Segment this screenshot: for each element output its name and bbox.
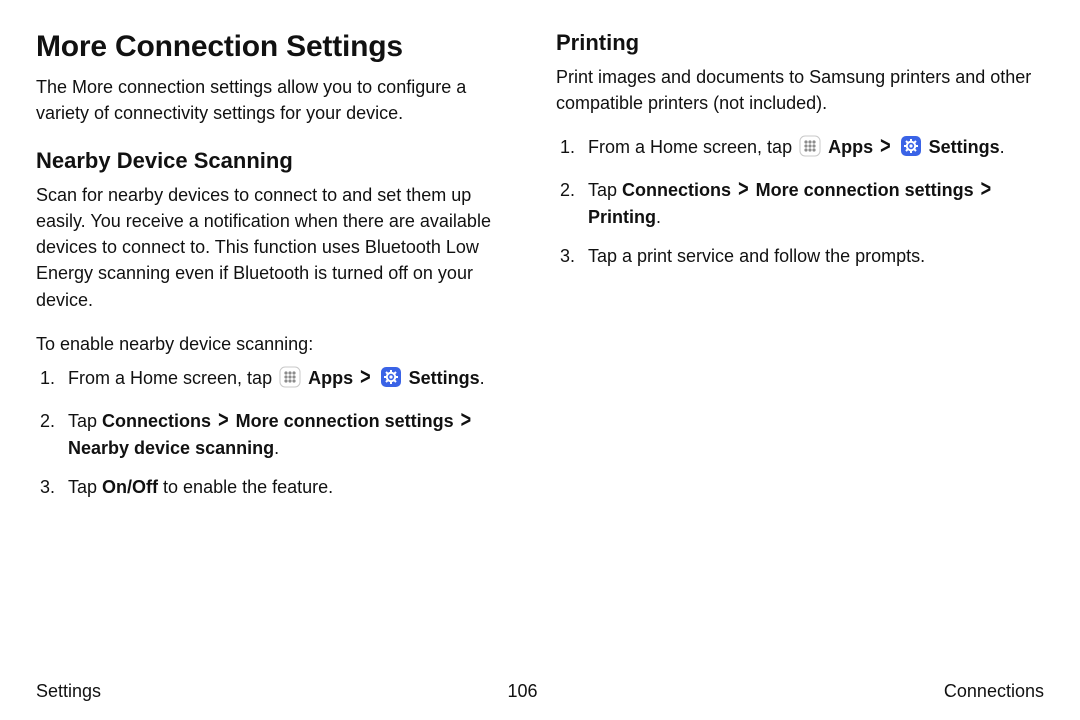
list-item: Tap Connections > More connection settin…	[556, 177, 1044, 231]
period: .	[656, 207, 661, 227]
step-text: From a Home screen, tap	[588, 137, 797, 157]
path-part: Connections	[102, 411, 211, 431]
section-heading-nearby: Nearby Device Scanning	[36, 148, 524, 174]
page-footer: Settings 106 Connections	[36, 681, 1044, 702]
step-text: to enable the feature.	[158, 477, 333, 497]
list-item: From a Home screen, tap Apps >	[556, 134, 1044, 165]
footer-left: Settings	[36, 681, 101, 702]
path-part: Printing	[588, 207, 656, 227]
period: .	[274, 438, 279, 458]
apps-icon	[279, 366, 301, 396]
path-part: More connection settings	[756, 180, 974, 200]
chevron-right-icon: >	[461, 402, 472, 438]
printing-steps-list: From a Home screen, tap Apps >	[556, 134, 1044, 270]
period: .	[480, 368, 485, 388]
step-text: Tap	[68, 411, 102, 431]
right-column: Printing Print images and documents to S…	[556, 30, 1044, 513]
settings-label: Settings	[409, 368, 480, 388]
list-item: Tap On/Off to enable the feature.	[36, 474, 524, 501]
page-content: More Connection Settings The More connec…	[0, 0, 1080, 573]
nearby-section: Nearby Device Scanning Scan for nearby d…	[36, 148, 524, 501]
apps-label: Apps	[308, 368, 353, 388]
nearby-description: Scan for nearby devices to connect to an…	[36, 182, 524, 312]
chevron-right-icon: >	[880, 128, 891, 164]
step-text: Tap	[68, 477, 102, 497]
settings-icon	[900, 135, 922, 165]
list-item: Tap Connections > More connection settin…	[36, 408, 524, 462]
step-text: Tap	[588, 180, 622, 200]
chevron-right-icon: >	[218, 402, 229, 438]
onoff-label: On/Off	[102, 477, 158, 497]
footer-page-number: 106	[507, 681, 537, 702]
list-item: Tap a print service and follow the promp…	[556, 243, 1044, 270]
left-column: More Connection Settings The More connec…	[36, 30, 524, 513]
settings-icon	[380, 366, 402, 396]
footer-right: Connections	[944, 681, 1044, 702]
path-part: More connection settings	[236, 411, 454, 431]
page-title: More Connection Settings	[36, 30, 524, 64]
step-text: Tap a print service and follow the promp…	[588, 246, 925, 266]
step-text: From a Home screen, tap	[68, 368, 277, 388]
chevron-right-icon: >	[981, 171, 992, 207]
chevron-right-icon: >	[738, 171, 749, 207]
period: .	[1000, 137, 1005, 157]
apps-icon	[799, 135, 821, 165]
path-part: Nearby device scanning	[68, 438, 274, 458]
apps-label: Apps	[828, 137, 873, 157]
settings-label: Settings	[929, 137, 1000, 157]
nearby-lead: To enable nearby device scanning:	[36, 331, 524, 357]
printing-description: Print images and documents to Samsung pr…	[556, 64, 1044, 116]
nearby-steps-list: From a Home screen, tap Apps >	[36, 365, 524, 501]
intro-paragraph: The More connection settings allow you t…	[36, 74, 524, 126]
chevron-right-icon: >	[360, 359, 371, 395]
path-part: Connections	[622, 180, 731, 200]
list-item: From a Home screen, tap Apps >	[36, 365, 524, 396]
section-heading-printing: Printing	[556, 30, 1044, 56]
